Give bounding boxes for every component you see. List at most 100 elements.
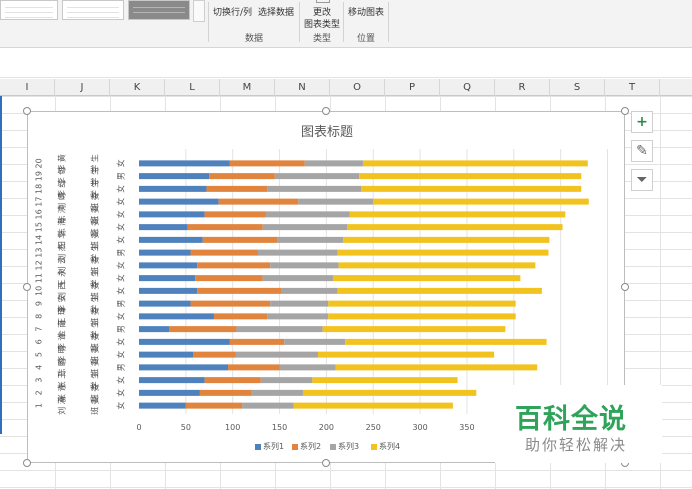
bar-segment-series-2[interactable] [199,389,252,396]
bar-segment-series-4[interactable] [373,198,589,205]
bar-segment-series-4[interactable] [338,262,536,269]
bar-segment-series-4[interactable] [362,160,588,167]
resize-handle[interactable] [23,459,31,467]
resize-handle[interactable] [23,107,31,115]
select-data-button[interactable]: 选择数据 [258,5,294,18]
bar-segment-series-4[interactable] [359,173,582,180]
bar-segment-series-1[interactable] [139,160,230,167]
bar-segment-series-1[interactable] [139,211,205,218]
legend-item[interactable]: 系列4 [371,441,400,452]
bar-segment-series-1[interactable] [139,389,200,396]
bar-segment-series-2[interactable] [204,377,261,384]
bar-segment-series-2[interactable] [185,402,243,409]
bar-segment-series-3[interactable] [257,249,338,256]
bar-segment-series-1[interactable] [139,300,191,307]
column-header[interactable]: N [275,79,330,96]
change-chart-type-label-2[interactable]: 图表类型 [304,17,340,30]
column-header[interactable]: Q [440,79,495,96]
bar-segment-series-2[interactable] [190,300,271,307]
legend-item[interactable]: 系列3 [330,441,359,452]
chart-styles-brush-icon[interactable]: ✎ [631,140,653,162]
bar-segment-series-3[interactable] [242,402,294,409]
switch-row-column-button[interactable]: 切换行/列 [213,5,252,18]
bar-segment-series-2[interactable] [213,313,268,320]
chart-filter-icon[interactable]: ⏷ [631,169,653,191]
bar-segment-series-2[interactable] [193,351,236,358]
bar-segment-series-1[interactable] [139,377,205,384]
bar-segment-series-2[interactable] [190,249,258,256]
column-header[interactable]: O [330,79,385,96]
bar-segment-series-3[interactable] [265,211,350,218]
bar-segment-series-3[interactable] [251,389,303,396]
resize-handle[interactable] [322,459,330,467]
bar-segment-series-3[interactable] [235,351,318,358]
bar-segment-series-4[interactable] [345,338,547,345]
bar-segment-series-3[interactable] [262,224,348,231]
bar-segment-series-4[interactable] [337,287,542,294]
bar-segment-series-3[interactable] [277,236,344,243]
bar-segment-series-4[interactable] [328,300,516,307]
bar-segment-series-1[interactable] [139,364,229,371]
bar-segment-series-2[interactable] [197,262,271,269]
bar-segment-series-2[interactable] [206,185,268,192]
column-header[interactable]: J [55,79,110,96]
column-header[interactable]: R [495,79,550,96]
bar-segment-series-1[interactable] [139,287,198,294]
bar-segment-series-3[interactable] [236,326,323,333]
bar-segment-series-3[interactable] [284,338,346,345]
column-header[interactable]: T [605,79,660,96]
chart-style-thumb-3[interactable] [128,0,190,20]
style-gallery-scroll[interactable] [193,0,205,22]
bar-segment-series-2[interactable] [229,160,305,167]
column-header[interactable]: K [110,79,165,96]
bar-segment-series-2[interactable] [195,275,263,282]
bar-segment-series-3[interactable] [260,377,313,384]
bar-segment-series-4[interactable] [361,185,582,192]
bar-segment-series-2[interactable] [218,198,299,205]
bar-segment-series-2[interactable] [228,364,280,371]
bar-segment-series-3[interactable] [270,300,329,307]
column-header[interactable]: M [220,79,275,96]
bar-segment-series-3[interactable] [267,185,362,192]
bar-segment-series-4[interactable] [328,313,516,320]
resize-handle[interactable] [23,283,31,291]
column-header[interactable]: I [0,79,55,96]
column-header[interactable]: L [165,79,220,96]
resize-handle[interactable] [621,107,629,115]
legend-item[interactable]: 系列2 [292,441,321,452]
bar-segment-series-1[interactable] [139,402,186,409]
bar-segment-series-4[interactable] [335,364,538,371]
bar-segment-series-2[interactable] [209,173,275,180]
bar-segment-series-1[interactable] [139,236,203,243]
bar-segment-series-3[interactable] [279,364,336,371]
bar-segment-series-1[interactable] [139,173,210,180]
chart-style-thumb-1[interactable] [0,0,58,20]
resize-handle[interactable] [621,283,629,291]
bar-segment-series-1[interactable] [139,351,194,358]
bar-segment-series-3[interactable] [270,262,339,269]
bar-segment-series-3[interactable] [274,173,360,180]
bar-segment-series-2[interactable] [229,338,285,345]
chart-elements-plus-icon[interactable]: + [631,111,653,133]
column-header[interactable]: P [385,79,440,96]
bar-segment-series-4[interactable] [302,389,477,396]
bar-segment-series-2[interactable] [204,211,266,218]
bar-segment-series-3[interactable] [304,160,363,167]
bar-segment-series-2[interactable] [187,224,263,231]
bar-segment-series-1[interactable] [139,262,198,269]
bar-segment-series-1[interactable] [139,338,230,345]
bar-segment-series-4[interactable] [293,402,453,409]
bar-segment-series-4[interactable] [337,249,549,256]
bar-segment-series-1[interactable] [139,326,169,333]
column-header[interactable]: S [550,79,605,96]
bar-segment-series-1[interactable] [139,275,196,282]
bar-segment-series-4[interactable] [312,377,458,384]
resize-handle[interactable] [322,107,330,115]
bar-segment-series-1[interactable] [139,224,188,231]
bar-segment-series-3[interactable] [262,275,333,282]
bar-segment-series-3[interactable] [267,313,329,320]
bar-segment-series-2[interactable] [168,326,237,333]
bar-segment-series-4[interactable] [317,351,495,358]
bar-segment-series-3[interactable] [298,198,374,205]
bar-segment-series-4[interactable] [332,275,521,282]
